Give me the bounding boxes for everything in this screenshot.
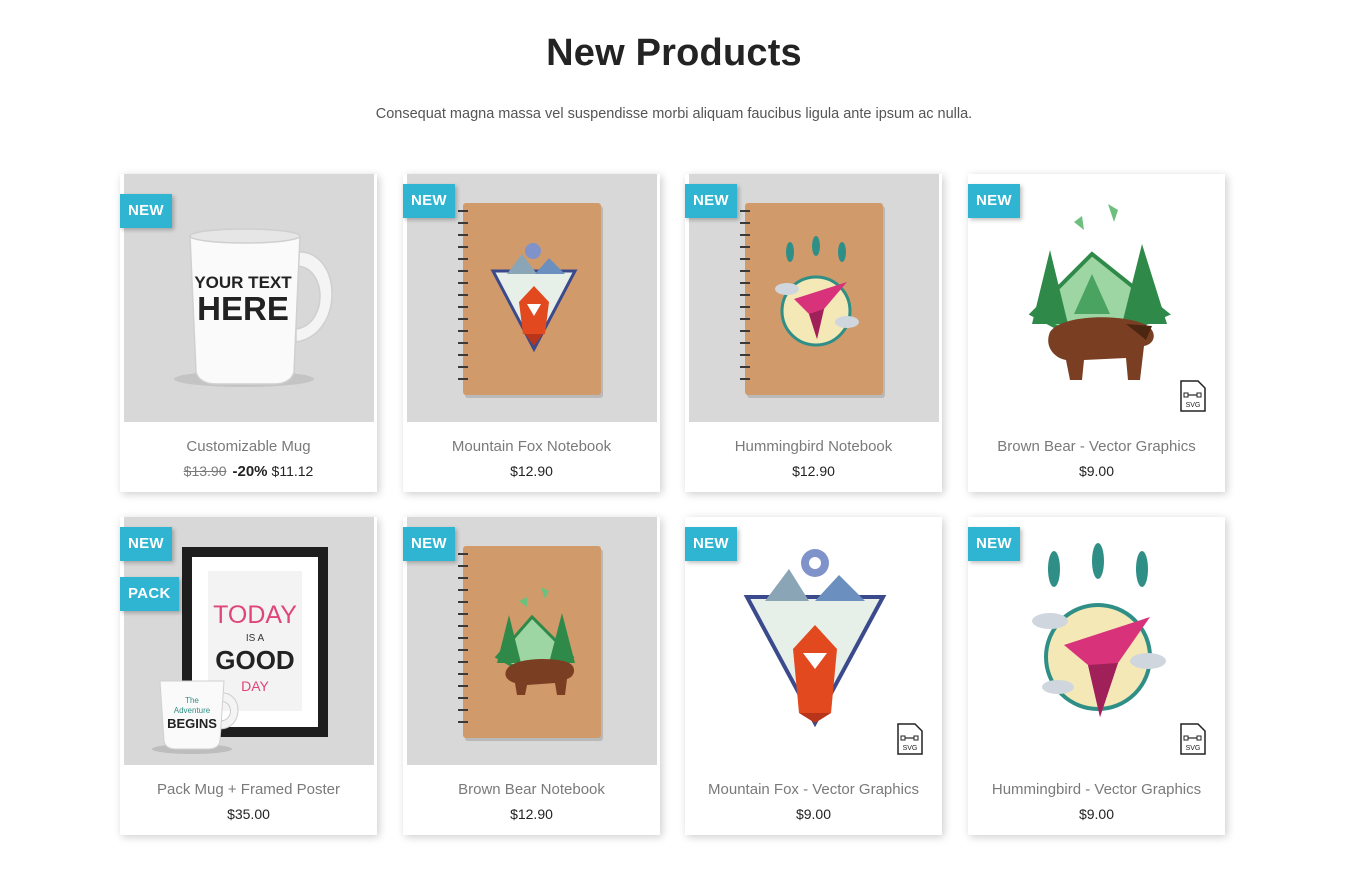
poster-text-4: DAY	[241, 678, 269, 694]
mug-text-line-2: HERE	[197, 290, 289, 327]
svg-file-icon: SVG	[1180, 723, 1206, 755]
product-name[interactable]: Customizable Mug	[120, 438, 377, 455]
product-card-mountain-fox-vector[interactable]: SVG NEW Mountain Fox - Vector Graphics $…	[685, 517, 942, 835]
price: $9.00	[1078, 463, 1115, 479]
section-subtitle: Consequat magna massa vel suspendisse mo…	[375, 106, 973, 122]
product-card-pack-mug-poster[interactable]: TODAY IS A GOOD DAY The Adventure BEGINS…	[120, 517, 377, 835]
svg-file-label: SVG	[1186, 402, 1201, 409]
discount-badge: -20%	[232, 463, 268, 480]
new-flag: NEW	[120, 527, 172, 561]
poster-text-1: TODAY	[213, 601, 297, 629]
product-price-block: $12.90	[685, 463, 942, 479]
price: $12.90	[510, 463, 553, 479]
svg-file-icon: SVG	[897, 723, 923, 755]
poster-text-3: GOOD	[215, 645, 294, 675]
product-price-block: $35.00	[120, 806, 377, 822]
mug-pack-text-2: Adventure	[174, 706, 211, 715]
product-name[interactable]: Hummingbird - Vector Graphics	[968, 781, 1225, 798]
product-price-block: $12.90	[403, 463, 660, 479]
pack-flag: PACK	[120, 577, 179, 611]
price: $35.00	[227, 806, 270, 822]
svg-file-label: SVG	[903, 745, 918, 752]
mug-pack-text-3: BEGINS	[167, 716, 217, 731]
new-flag: NEW	[968, 527, 1020, 561]
poster-text-2: IS A	[246, 633, 265, 644]
product-name[interactable]: Mountain Fox Notebook	[403, 438, 660, 455]
new-flag: NEW	[685, 527, 737, 561]
price: $9.00	[795, 806, 832, 822]
new-flag: NEW	[403, 527, 455, 561]
new-flag: NEW	[685, 184, 737, 218]
product-name[interactable]: Hummingbird Notebook	[685, 438, 942, 455]
product-card-hummingbird-notebook[interactable]: NEW Hummingbird Notebook $12.90	[685, 174, 942, 492]
product-price-block: $9.00	[968, 806, 1225, 822]
product-name[interactable]: Brown Bear - Vector Graphics	[968, 438, 1225, 455]
product-price-block: $9.00	[968, 463, 1225, 479]
product-card-hummingbird-vector[interactable]: SVG NEW Hummingbird - Vector Graphics $9…	[968, 517, 1225, 835]
product-name[interactable]: Brown Bear Notebook	[403, 781, 660, 798]
svg-file-icon: SVG	[1180, 380, 1206, 412]
regular-price: $13.90	[183, 463, 227, 479]
product-card-customizable-mug[interactable]: YOUR TEXT HERE NEW Customizable Mug $13.…	[120, 174, 377, 492]
price: $12.90	[792, 463, 835, 479]
product-card-mountain-fox-notebook[interactable]: NEW Mountain Fox Notebook $12.90	[403, 174, 660, 492]
price: $9.00	[1078, 806, 1115, 822]
price: $12.90	[510, 806, 553, 822]
product-price-block: $13.90 -20% $11.12	[120, 463, 377, 480]
new-flag: NEW	[403, 184, 455, 218]
product-price-block: $12.90	[403, 806, 660, 822]
mug-pack-text-1: The	[185, 696, 199, 705]
price: $11.12	[271, 463, 314, 479]
product-name[interactable]: Mountain Fox - Vector Graphics	[685, 781, 942, 798]
product-card-brown-bear-vector[interactable]: SVG NEW Brown Bear - Vector Graphics $9.…	[968, 174, 1225, 492]
product-name[interactable]: Pack Mug + Framed Poster	[120, 781, 377, 798]
new-flag: NEW	[120, 194, 172, 228]
svg-file-label: SVG	[1186, 745, 1201, 752]
new-flag: NEW	[968, 184, 1020, 218]
product-price-block: $9.00	[685, 806, 942, 822]
product-card-brown-bear-notebook[interactable]: NEW Brown Bear Notebook $12.90	[403, 517, 660, 835]
section-title: New Products	[546, 32, 802, 74]
